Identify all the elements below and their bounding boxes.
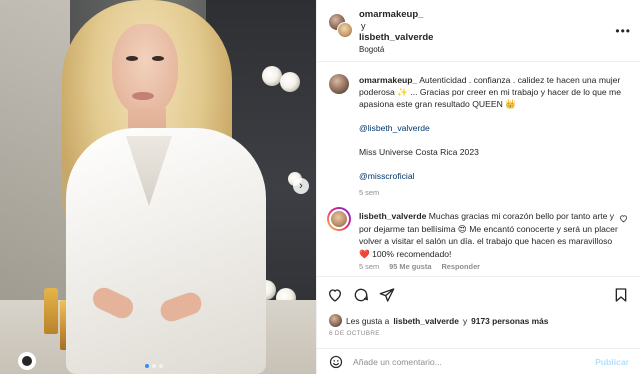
publish-button[interactable]: Publicar	[595, 357, 629, 367]
comment: lisbeth_valverde Muchas gracias mi coraz…	[359, 210, 621, 260]
caption-timestamp[interactable]: 5 sem	[359, 188, 379, 197]
share-icon[interactable]	[379, 287, 395, 308]
model-eye	[126, 56, 138, 61]
perfume-bottle	[44, 288, 58, 334]
comment-timestamp[interactable]: 5 sem	[359, 262, 379, 271]
carousel-next-icon[interactable]: ›	[293, 178, 309, 194]
sparkles-icon: ✨	[397, 87, 408, 97]
post-location[interactable]: Bogotá	[359, 45, 384, 54]
red-heart-icon: ❤️	[359, 248, 370, 259]
add-comment-bar: Añade un comentario... Publicar	[317, 348, 640, 374]
caption-username[interactable]: omarmakeup_	[359, 75, 417, 85]
author-username[interactable]: omarmakeup_	[359, 9, 423, 20]
emoji-icon[interactable]	[329, 355, 343, 374]
carousel-indicator	[145, 364, 163, 368]
comment-meta: 5 sem 95 Me gusta Responder	[359, 262, 480, 271]
caption-title: Miss Universe Costa Rica 2023	[359, 147, 479, 157]
caption-mention[interactable]: @misscroficial	[359, 171, 415, 181]
comment-username[interactable]: lisbeth_valverde	[359, 211, 426, 221]
coauthor-username[interactable]: lisbeth_valverde	[359, 32, 433, 43]
comment-input[interactable]: Añade un comentario...	[353, 357, 442, 367]
model-jacket	[66, 128, 266, 374]
liker-avatar[interactable]	[329, 314, 342, 327]
comment-like-icon[interactable]	[619, 214, 628, 225]
heart-eyes-icon: 😍	[457, 223, 467, 234]
coauthor-joiner: y	[361, 21, 366, 31]
comment-reply-button[interactable]: Responder	[441, 262, 480, 271]
post-date[interactable]: 6 DE OCTUBRE	[329, 330, 380, 337]
commenter-avatar[interactable]	[327, 207, 351, 231]
tagged-user-icon[interactable]	[18, 352, 36, 370]
carousel-dot-active	[145, 364, 149, 368]
likes-summary: Les gusta a lisbeth_valverde y 9173 pers…	[329, 314, 548, 327]
post-header: omarmakeup_ y lisbeth_valverde Bogotá ••…	[317, 0, 640, 62]
coauthor-avatar[interactable]	[337, 22, 353, 38]
likes-username[interactable]: lisbeth_valverde	[393, 316, 459, 326]
model-lips	[132, 92, 154, 100]
caption-author-avatar[interactable]	[329, 74, 349, 94]
carousel-dot	[159, 364, 163, 368]
caption-mention[interactable]: @lisbeth_valverde	[359, 123, 430, 133]
like-icon[interactable]	[327, 287, 343, 308]
likes-count[interactable]: 9173 personas más	[471, 316, 548, 326]
post-actions	[317, 276, 640, 312]
likes-prefix: Les gusta a	[346, 315, 390, 326]
comment-text: 100% recomendado!	[372, 248, 452, 259]
post-caption: omarmakeup_ Autenticidad . confianza . c…	[359, 74, 627, 199]
likes-joiner: y	[462, 315, 468, 326]
comment-icon[interactable]	[353, 287, 369, 308]
more-horizontal-icon[interactable]: •••	[615, 24, 631, 38]
model-face	[112, 24, 178, 116]
post-detail-panel: omarmakeup_ y lisbeth_valverde Bogotá ••…	[316, 0, 640, 374]
mirror-bulb	[262, 66, 282, 86]
comment-likes[interactable]: 95 Me gusta	[389, 262, 431, 271]
carousel-dot	[152, 364, 156, 368]
mirror-bulb	[280, 72, 300, 92]
bookmark-icon[interactable]	[613, 287, 629, 308]
model-eye	[152, 56, 164, 61]
crown-icon: 👑	[505, 99, 516, 109]
post-photo[interactable]: ›	[0, 0, 316, 374]
